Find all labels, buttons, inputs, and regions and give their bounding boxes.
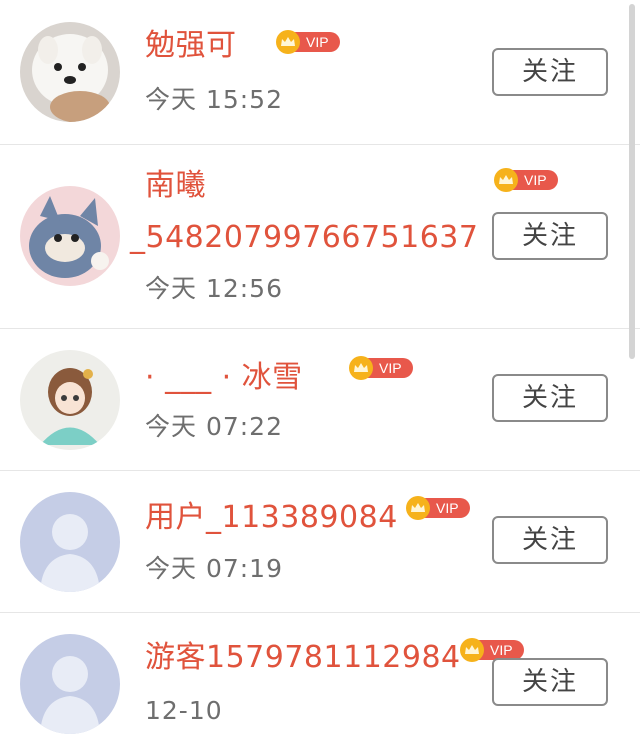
follow-button[interactable]: 关注 [492,658,608,706]
scrollbar[interactable] [629,4,635,359]
crown-icon [494,168,518,192]
avatar[interactable] [20,186,120,286]
list-item[interactable]: 游客1579781112984 VIP 12-10 关注 [0,612,640,751]
vip-badge: VIP [349,356,413,380]
follow-button[interactable]: 关注 [492,48,608,96]
user-name[interactable]: 用户_113389084 [145,500,398,536]
user-name[interactable]: · ___ · 冰雪 [145,360,303,396]
crown-icon [349,356,373,380]
crown-icon [406,496,430,520]
list-item[interactable]: 勉强可 VIP 今天 15:52 关注 [0,0,640,145]
user-name-continued[interactable]: _54820799766751637 [130,220,478,256]
avatar[interactable] [20,492,120,592]
user-name[interactable]: 南曦 [145,168,206,204]
user-name[interactable]: 游客1579781112984 [145,640,461,676]
follow-time: 12-10 [145,696,223,725]
avatar[interactable] [20,350,120,450]
list-item[interactable]: 用户_113389084 VIP 今天 07:19 关注 [0,470,640,613]
list-item[interactable]: 南曦 _54820799766751637 VIP 今天 12:56 关注 [0,144,640,329]
vip-badge: VIP [406,496,470,520]
vip-badge: VIP [494,168,558,192]
crown-icon [460,638,484,662]
follow-time: 今天 07:22 [145,412,283,441]
vip-badge: VIP [276,30,340,54]
user-name[interactable]: 勉强可 [145,28,237,64]
avatar[interactable] [20,634,120,734]
follow-time: 今天 12:56 [145,274,283,303]
follow-button[interactable]: 关注 [492,374,608,422]
follow-time: 今天 07:19 [145,554,283,583]
follow-time: 今天 15:52 [145,85,283,114]
crown-icon [276,30,300,54]
follow-button[interactable]: 关注 [492,516,608,564]
list-item[interactable]: · ___ · 冰雪 VIP 今天 07:22 关注 [0,328,640,471]
follow-button[interactable]: 关注 [492,212,608,260]
avatar[interactable] [20,22,120,122]
